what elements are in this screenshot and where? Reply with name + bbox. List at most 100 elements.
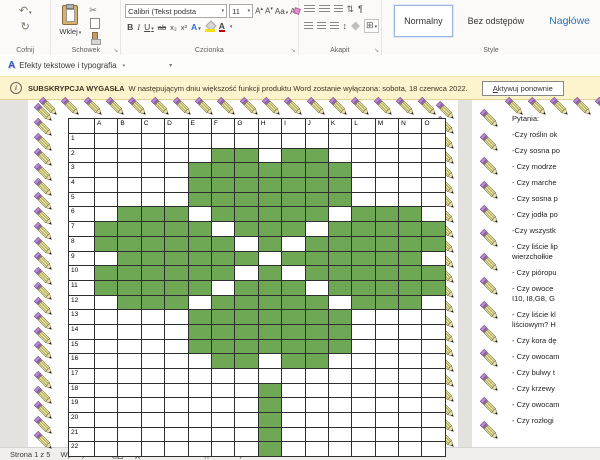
grid-cell[interactable] xyxy=(189,178,212,193)
grid-cell[interactable] xyxy=(329,266,352,281)
grid-col-header[interactable]: A xyxy=(95,119,118,134)
grid-cell[interactable] xyxy=(142,207,165,222)
grid-col-header[interactable]: I xyxy=(282,119,305,134)
grid-row-header[interactable]: 9 xyxy=(69,252,95,267)
grid-cell[interactable] xyxy=(142,369,165,384)
grid-cell[interactable] xyxy=(235,325,258,340)
grid-cell[interactable] xyxy=(235,310,258,325)
grid-cell[interactable] xyxy=(165,134,188,149)
grid-cell[interactable] xyxy=(282,369,305,384)
grid-cell[interactable] xyxy=(212,281,235,296)
grid-cell[interactable] xyxy=(422,354,445,369)
grid-cell[interactable] xyxy=(95,369,118,384)
grid-col-header[interactable]: F xyxy=(212,119,235,134)
grid-cell[interactable] xyxy=(142,193,165,208)
grid-col-header[interactable]: E xyxy=(189,119,212,134)
grid-cell[interactable] xyxy=(95,134,118,149)
grid-cell[interactable] xyxy=(352,163,375,178)
grid-cell[interactable] xyxy=(165,207,188,222)
grid-cell[interactable] xyxy=(142,340,165,355)
grid-cell[interactable] xyxy=(376,281,399,296)
grid-cell[interactable] xyxy=(352,178,375,193)
reactivate-button[interactable]: Aktywuj ponownie xyxy=(482,81,564,96)
grid-cell[interactable] xyxy=(118,398,141,413)
grid-cell[interactable] xyxy=(142,310,165,325)
grid-cell[interactable] xyxy=(376,354,399,369)
grid-cell[interactable] xyxy=(376,163,399,178)
grid-cell[interactable] xyxy=(329,325,352,340)
grid-cell[interactable] xyxy=(306,340,329,355)
grid-row-header[interactable]: 16 xyxy=(69,354,95,369)
grid-cell[interactable] xyxy=(95,340,118,355)
grid-cell[interactable] xyxy=(142,384,165,399)
grid-cell[interactable] xyxy=(165,398,188,413)
grid-cell[interactable] xyxy=(422,384,445,399)
grid-row-header[interactable]: 17 xyxy=(69,369,95,384)
grid-cell[interactable] xyxy=(95,325,118,340)
grid-cell[interactable] xyxy=(189,442,212,457)
grid-row-header[interactable]: 19 xyxy=(69,398,95,413)
grid-row-header[interactable]: 15 xyxy=(69,340,95,355)
grid-cell[interactable] xyxy=(235,384,258,399)
grid-cell[interactable] xyxy=(212,207,235,222)
grid-cell[interactable] xyxy=(329,310,352,325)
text-effects-button[interactable]: A▾ xyxy=(191,22,201,32)
grid-cell[interactable] xyxy=(235,252,258,267)
subscript-button[interactable]: x₂ xyxy=(170,23,177,32)
grid-cell[interactable] xyxy=(399,266,422,281)
grid-cell[interactable] xyxy=(142,398,165,413)
grid-cell[interactable] xyxy=(212,178,235,193)
grid-cell[interactable] xyxy=(165,296,188,311)
grid-cell[interactable] xyxy=(165,310,188,325)
grid-cell[interactable] xyxy=(306,281,329,296)
grid-cell[interactable] xyxy=(118,340,141,355)
grid-cell[interactable] xyxy=(189,281,212,296)
grid-cell[interactable] xyxy=(376,296,399,311)
grid-cell[interactable] xyxy=(95,222,118,237)
grid-cell[interactable] xyxy=(329,369,352,384)
grid-cell[interactable] xyxy=(95,442,118,457)
grid-cell[interactable] xyxy=(165,413,188,428)
grid-cell[interactable] xyxy=(259,266,282,281)
grid-cell[interactable] xyxy=(329,222,352,237)
grid-cell[interactable] xyxy=(142,354,165,369)
grid-cell[interactable] xyxy=(282,252,305,267)
grid-cell[interactable] xyxy=(165,193,188,208)
grid-cell[interactable] xyxy=(142,413,165,428)
grid-cell[interactable] xyxy=(422,442,445,457)
clear-formatting-button[interactable]: A xyxy=(290,7,295,16)
grid-cell[interactable] xyxy=(142,222,165,237)
grid-col-header[interactable]: K xyxy=(329,119,352,134)
grid-cell[interactable] xyxy=(376,252,399,267)
grid-cell[interactable] xyxy=(329,340,352,355)
grid-cell[interactable] xyxy=(118,193,141,208)
grid-cell[interactable] xyxy=(422,237,445,252)
grid-cell[interactable] xyxy=(165,281,188,296)
grid-cell[interactable] xyxy=(165,325,188,340)
grid-cell[interactable] xyxy=(422,296,445,311)
grid-cell[interactable] xyxy=(352,193,375,208)
grid-cell[interactable] xyxy=(165,149,188,164)
grid-cell[interactable] xyxy=(399,281,422,296)
grid-cell[interactable] xyxy=(189,207,212,222)
grid-row-header[interactable]: 2 xyxy=(69,149,95,164)
grid-cell[interactable] xyxy=(306,207,329,222)
grid-cell[interactable] xyxy=(142,252,165,267)
format-painter-button[interactable] xyxy=(92,32,98,40)
grid-cell[interactable] xyxy=(306,134,329,149)
grid-cell[interactable] xyxy=(422,149,445,164)
grid-cell[interactable] xyxy=(352,354,375,369)
grid-cell[interactable] xyxy=(95,310,118,325)
grid-cell[interactable] xyxy=(235,354,258,369)
grid-cell[interactable] xyxy=(306,266,329,281)
grid-cell[interactable] xyxy=(95,149,118,164)
grid-cell[interactable] xyxy=(352,310,375,325)
grid-cell[interactable] xyxy=(306,442,329,457)
grid-cell[interactable] xyxy=(235,193,258,208)
grid-cell[interactable] xyxy=(259,134,282,149)
grid-cell[interactable] xyxy=(282,281,305,296)
grid-cell[interactable] xyxy=(212,222,235,237)
grid-cell[interactable] xyxy=(235,442,258,457)
grid-cell[interactable] xyxy=(259,296,282,311)
clipboard-dialog-launcher[interactable]: ↘ xyxy=(113,47,118,54)
